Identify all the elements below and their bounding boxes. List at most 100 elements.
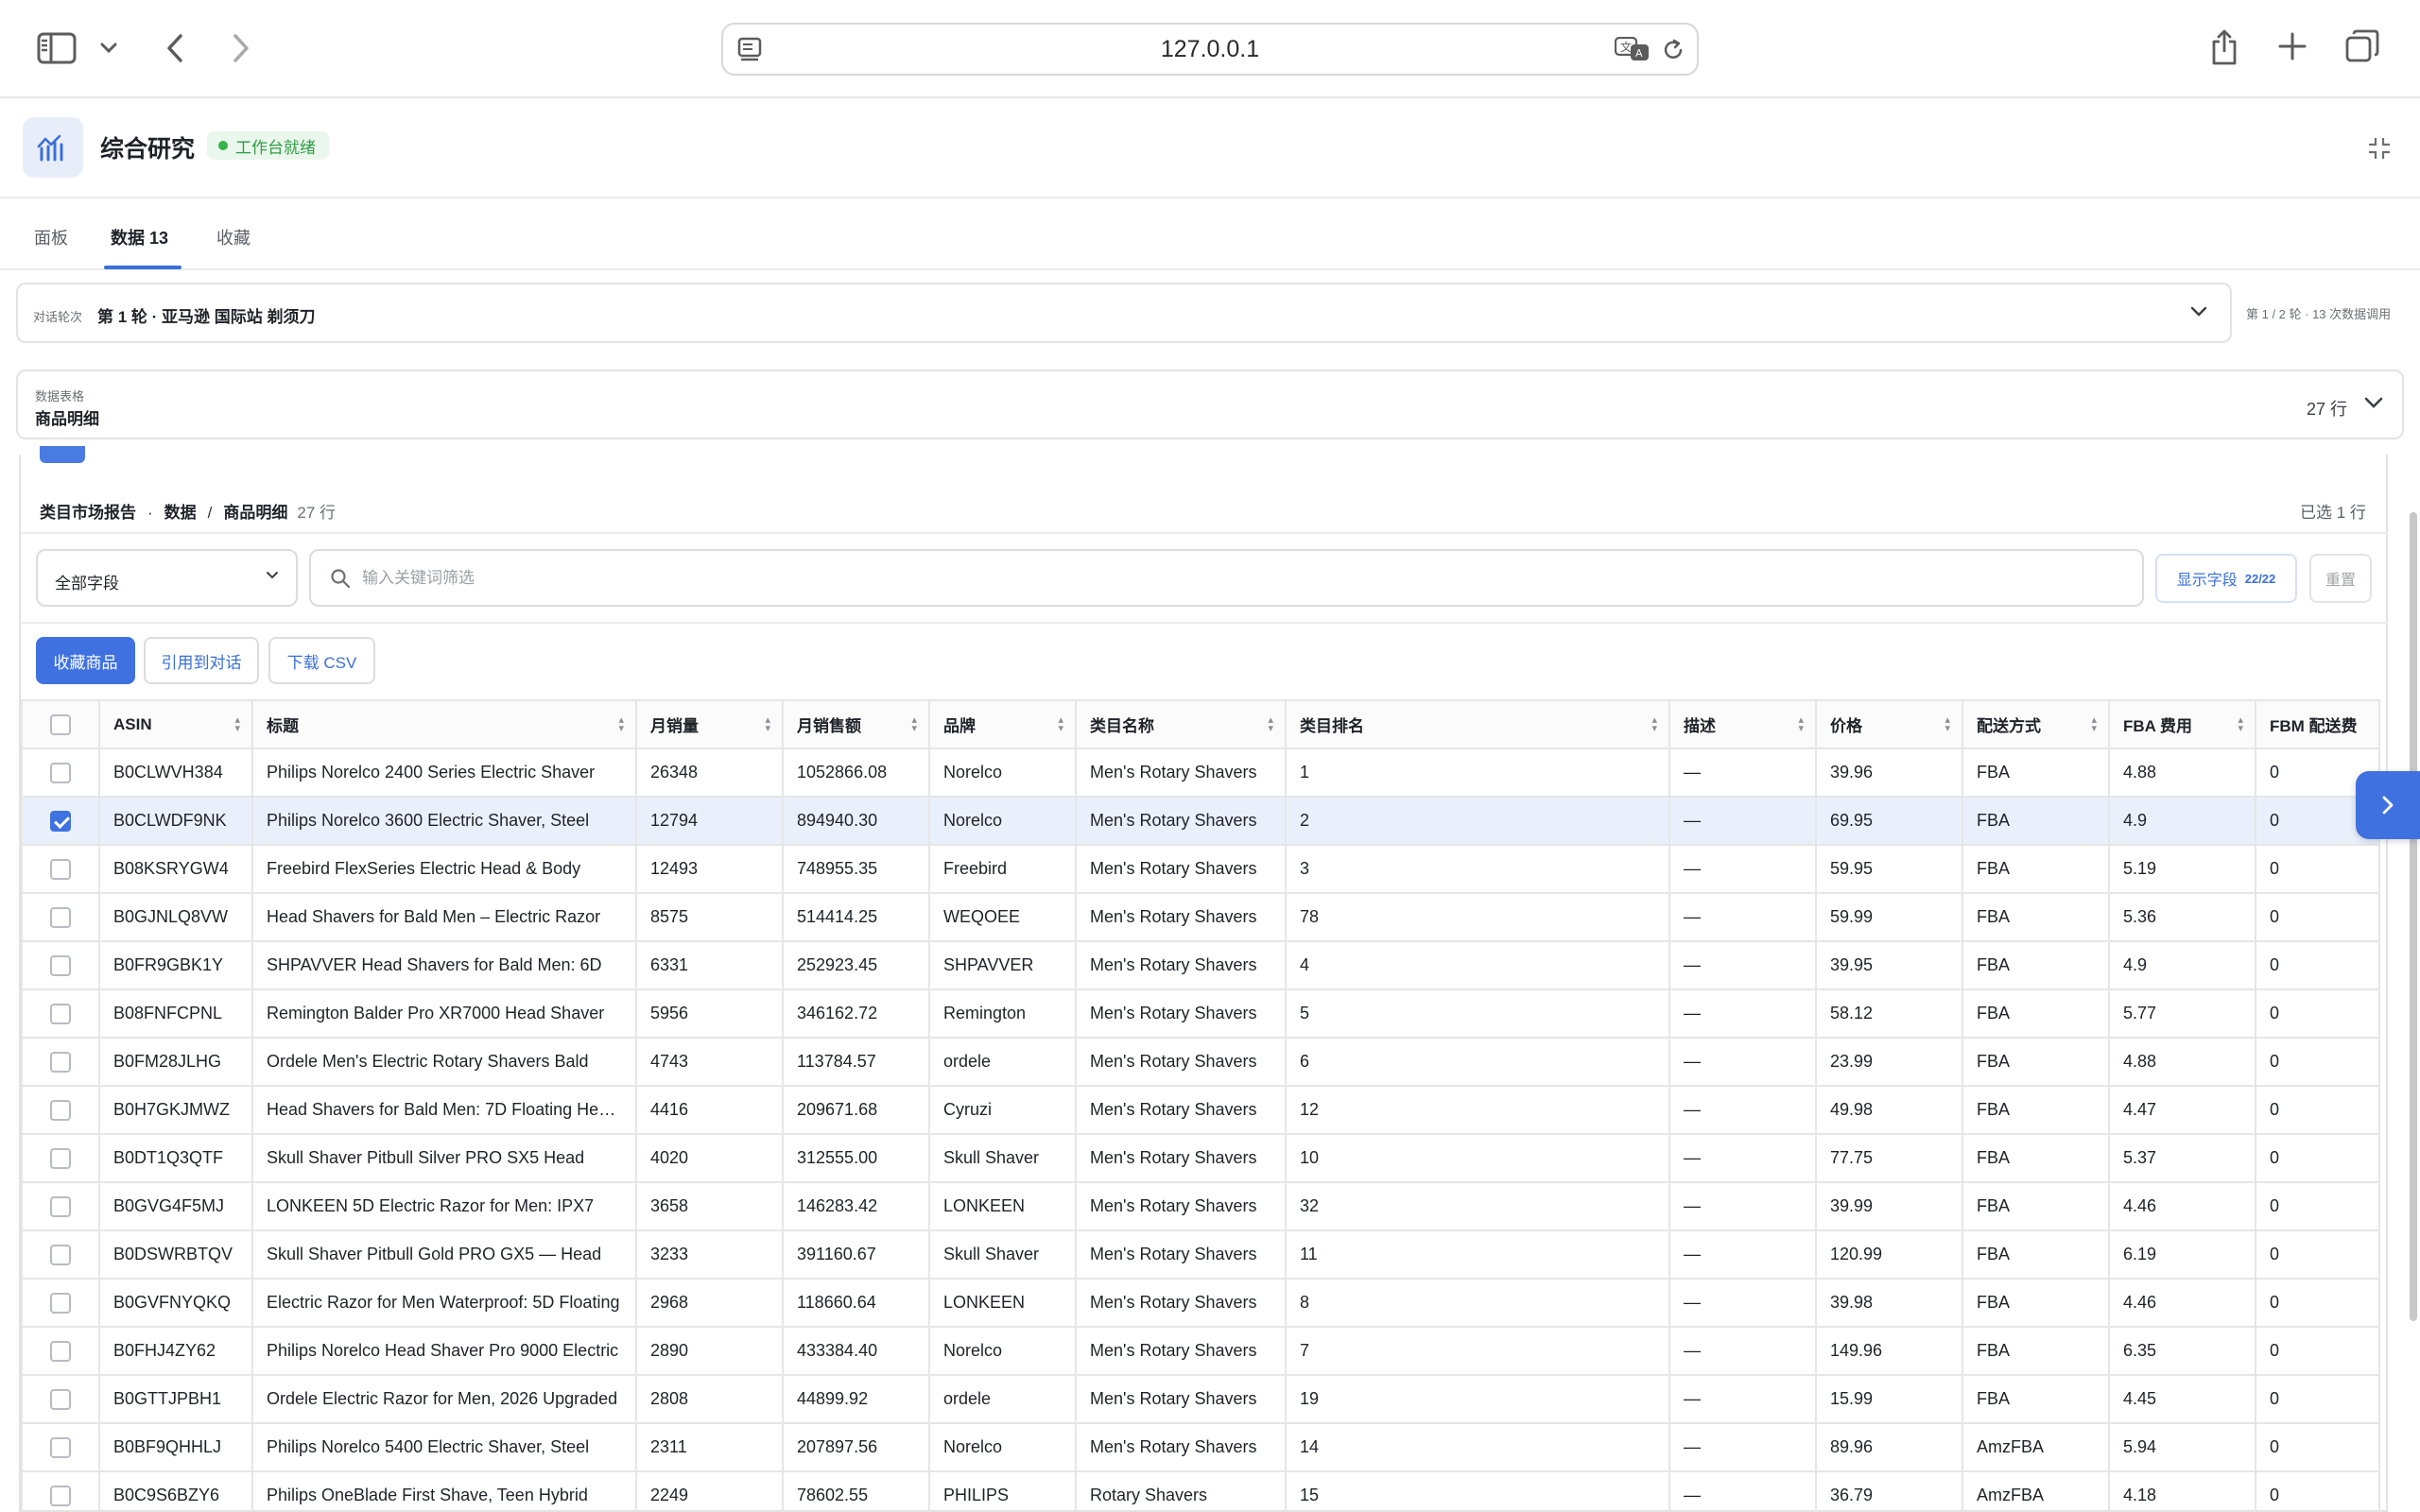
column-header[interactable]: 月销售额 ▴ ▾ [782, 699, 930, 749]
row-checkbox[interactable] [50, 762, 71, 783]
download-csv-button[interactable]: 下载 CSV [268, 637, 375, 684]
row-checkbox[interactable] [50, 1051, 71, 1073]
address-bar[interactable]: 127.0.0.1 文A [721, 23, 1699, 76]
row-checkbox[interactable] [50, 1292, 71, 1314]
column-header[interactable]: 类目排名 ▴ ▾ [1285, 699, 1670, 749]
table-row[interactable]: B08KSRYGW4 Freebird FlexSeries Electric H… [21, 844, 2380, 894]
column-header[interactable]: 类目名称 ▴ ▾ [1075, 699, 1287, 749]
table-row[interactable]: B0CLWVH384 Philips Norelco 2400 Series El… [21, 747, 2380, 798]
table-row[interactable]: B0GTTJPBH1 Ordele Electric Razor for Men,… [21, 1374, 2380, 1424]
table-cell: 748955.35 [782, 844, 930, 894]
row-select-cell [21, 1470, 100, 1512]
column-header[interactable]: FBA 费用 ▴ ▾ [2108, 699, 2256, 749]
row-checkbox[interactable] [50, 858, 71, 880]
table-row[interactable]: B0FM28JLHG Ordele Men's Electric Rotary S… [21, 1037, 2380, 1087]
url-text[interactable]: 127.0.0.1 [723, 25, 1697, 74]
sort-icon[interactable]: ▴ ▾ [2091, 715, 2097, 734]
sort-icon[interactable]: ▴ ▾ [765, 715, 770, 734]
new-tab-icon[interactable] [2276, 30, 2308, 62]
table-cell: 39.96 [1815, 747, 1963, 798]
table-cell: 0 [2255, 1326, 2380, 1376]
product-table: ASIN ▴ ▾ 标题 ▴ ▾ 月销量 ▴ ▾ 月销售额 ▴ ▾ 品牌 ▴ ▾ 类目名称 ▴ ▾ 类目排… [21, 699, 2380, 1512]
sidebar-toggle-icon[interactable] [36, 30, 78, 66]
table-cell: 4.18 [2108, 1470, 2256, 1512]
select-all-checkbox[interactable] [50, 713, 71, 735]
column-header[interactable]: 品牌 ▴ ▾ [928, 699, 1077, 749]
table-cell: 2968 [635, 1278, 784, 1328]
field-select[interactable]: 全部字段 [36, 549, 298, 607]
table-cell: 4.88 [2108, 1037, 2256, 1087]
row-checkbox[interactable] [50, 1388, 71, 1410]
column-header[interactable]: 描述 ▴ ▾ [1668, 699, 1817, 749]
row-checkbox[interactable] [50, 1244, 71, 1265]
table-cell: Freebird FlexSeries Electric Head & Body [251, 844, 637, 894]
table-cell: B0C9S6BZY6 [98, 1470, 253, 1512]
table-cell: 44899.92 [782, 1374, 930, 1424]
tab-overview-icon[interactable] [2344, 28, 2380, 64]
reset-button[interactable]: 重置 [2309, 554, 2372, 603]
tab-favorites[interactable]: 收藏 [216, 225, 251, 249]
breadcrumb-data[interactable]: 数据 [164, 504, 197, 522]
table-row[interactable]: B0CLWDF9NK Philips Norelco 3600 Electric … [21, 796, 2380, 846]
sort-icon[interactable]: ▴ ▾ [1058, 715, 1063, 734]
tab-panel[interactable]: 面板 [34, 225, 68, 249]
table-cell: Norelco [928, 796, 1077, 846]
table-row[interactable]: B0BF9QHHLJ Philips Norelco 5400 Electric … [21, 1422, 2380, 1472]
row-checkbox[interactable] [50, 1195, 71, 1217]
table-cell: 252923.45 [782, 940, 930, 990]
sort-icon[interactable]: ▴ ▾ [1945, 715, 1950, 734]
sort-icon[interactable]: ▴ ▾ [2238, 715, 2243, 734]
table-row[interactable]: B08FNFCPNL Remington Balder Pro XR7000 He… [21, 988, 2380, 1039]
row-checkbox[interactable] [50, 1436, 71, 1458]
sort-icon[interactable]: ▴ ▾ [234, 715, 240, 734]
table-row[interactable]: B0FHJ4ZY62 Philips Norelco Head Shaver Pr… [21, 1326, 2380, 1376]
row-checkbox[interactable] [50, 1003, 71, 1024]
sort-icon[interactable]: ▴ ▾ [618, 715, 624, 734]
table-row[interactable]: B0GVFNYQKQ Electric Razor for Men Waterpr… [21, 1278, 2380, 1328]
row-checkbox[interactable] [50, 954, 71, 976]
row-checkbox[interactable] [50, 1147, 71, 1169]
column-header[interactable]: 配送方式 ▴ ▾ [1962, 699, 2110, 749]
scrollbar[interactable] [2410, 512, 2417, 1321]
row-checkbox[interactable] [50, 810, 71, 832]
row-checkbox[interactable] [50, 906, 71, 928]
table-row[interactable]: B0DT1Q3QTF Skull Shaver Pitbull Silver PR… [21, 1133, 2380, 1183]
tab-data[interactable]: 数据 13 [111, 225, 168, 249]
favorite-products-button[interactable]: 收藏商品 [36, 637, 135, 684]
column-header[interactable]: 价格 ▴ ▾ [1815, 699, 1963, 749]
collapse-icon[interactable] [2365, 134, 2394, 163]
breadcrumb-report[interactable]: 类目市场报告 [40, 504, 136, 522]
table-cell: 514414.25 [782, 892, 930, 942]
cite-to-chat-button[interactable]: 引用到对话 [144, 637, 259, 684]
round-select[interactable]: 对话轮次 第 1 轮 · 亚马逊 国际站 剃须刀 [16, 283, 2232, 343]
sort-icon[interactable]: ▴ ▾ [1798, 715, 1804, 734]
sort-icon[interactable]: ▴ ▾ [1268, 715, 1273, 734]
row-checkbox[interactable] [50, 1099, 71, 1121]
table-row[interactable]: B0GVG4F5MJ LONKEEN 5D Electric Razor for … [21, 1181, 2380, 1231]
search-input[interactable] [362, 564, 2064, 593]
chevron-down-icon[interactable] [98, 38, 119, 59]
table-row[interactable]: B0GJNLQ8VW Head Shavers for Bald Men – El… [21, 892, 2380, 942]
row-checkbox[interactable] [50, 1340, 71, 1362]
sort-icon[interactable]: ▴ ▾ [911, 715, 917, 734]
table-row[interactable]: B0H7GKJMWZ Head Shavers for Bald Men: 7D … [21, 1085, 2380, 1135]
expand-panel-button[interactable] [2356, 771, 2420, 839]
sort-icon[interactable]: ▴ ▾ [1651, 715, 1657, 734]
reload-icon[interactable] [1659, 36, 1687, 64]
column-header[interactable]: 月销量 ▴ ▾ [635, 699, 784, 749]
translate-icon[interactable]: 文A [1614, 36, 1651, 62]
back-icon[interactable] [159, 30, 191, 66]
table-row[interactable]: B0DSWRBTQV Skull Shaver Pitbull Gold PRO … [21, 1229, 2380, 1280]
column-header[interactable]: FBM 配送费 [2255, 699, 2380, 749]
table-select[interactable]: 数据表格 商品明细 27 行 [16, 369, 2404, 439]
show-fields-button[interactable]: 显示字段 22/22 [2155, 554, 2297, 603]
table-row[interactable]: B0FR9GBK1Y SHPAVVER Head Shavers for Bald… [21, 940, 2380, 990]
row-checkbox[interactable] [50, 1485, 71, 1506]
forward-icon[interactable] [225, 30, 257, 66]
round-value: 第 1 轮 · 亚马逊 国际站 剃须刀 [97, 308, 316, 326]
share-icon[interactable] [2208, 26, 2240, 68]
table-cell: B0DT1Q3QTF [98, 1133, 253, 1183]
column-header[interactable]: 标题 ▴ ▾ [251, 699, 637, 749]
table-row[interactable]: B0C9S6BZY6 Philips OneBlade First Shave, … [21, 1470, 2380, 1512]
column-header[interactable]: ASIN ▴ ▾ [98, 699, 253, 749]
